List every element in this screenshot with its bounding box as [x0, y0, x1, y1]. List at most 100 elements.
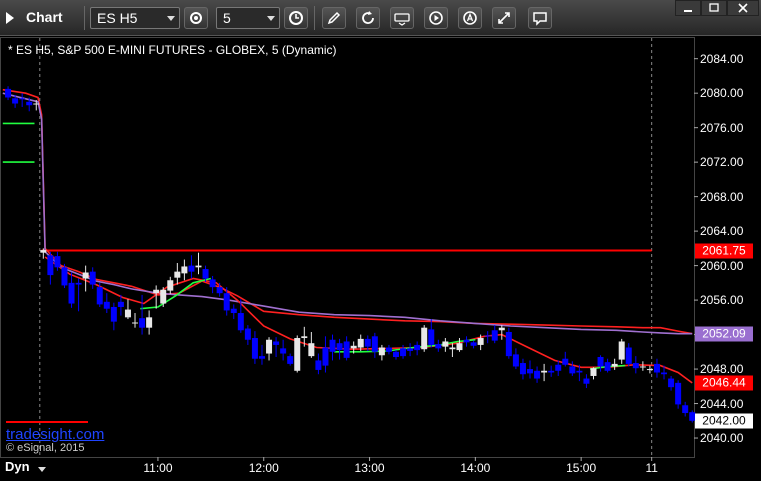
candle-body [26, 101, 33, 106]
candle-body [188, 265, 195, 272]
candle-body [618, 341, 625, 360]
candle-body [96, 287, 103, 305]
watermark-link[interactable]: tradesight.com [6, 426, 104, 443]
candle-body [590, 368, 597, 376]
candle-body [329, 339, 336, 352]
candle-body [442, 341, 449, 347]
candle-body [266, 339, 273, 354]
candle-body [449, 347, 456, 350]
price-chart [2, 38, 698, 461]
candle-body [548, 370, 555, 373]
candle-body [484, 335, 491, 337]
candle-body [315, 360, 322, 370]
candle-body [639, 366, 646, 368]
time-tick-label: 15:00 [566, 461, 597, 475]
candle-body [54, 256, 61, 268]
candle-body [428, 329, 435, 345]
candle-body [385, 347, 392, 352]
price-label: 2061.75 [695, 243, 753, 259]
candle-body [47, 255, 54, 276]
scale-mode-label[interactable]: Dyn [5, 459, 30, 474]
candle-body [195, 265, 202, 268]
price-label: 2046.44 [695, 375, 753, 390]
candle-body [202, 269, 209, 279]
candle-body [364, 338, 371, 347]
chart-title: * ES H5, S&P 500 E-MINI FUTURES - GLOBEX… [8, 43, 337, 57]
candle-body [103, 301, 110, 309]
candle-body [139, 318, 146, 328]
price-tick-label: 2044.00 [700, 396, 744, 411]
candle-body [280, 348, 287, 354]
candle-body [576, 370, 583, 373]
price-tick-label: 2068.00 [700, 189, 744, 204]
candle-body [421, 327, 428, 350]
candle-body [541, 370, 548, 373]
candle-body [435, 344, 442, 349]
candle-body [5, 88, 12, 98]
candle-body [33, 103, 40, 105]
price-tick-label: 2076.00 [700, 120, 744, 135]
candle-body [124, 309, 131, 318]
candle-body [322, 347, 329, 366]
candle-body [350, 345, 357, 349]
candle-body [181, 266, 188, 274]
candle-body [400, 348, 407, 357]
time-tick-label: 13:00 [354, 461, 385, 475]
candle-body [414, 344, 421, 351]
candle-body [132, 322, 139, 324]
candle-body [75, 282, 82, 285]
candle-body [407, 348, 414, 351]
candle-body [237, 313, 244, 331]
candle-body [146, 317, 153, 328]
price-tick-label: 2080.00 [700, 86, 744, 101]
candle-body [463, 339, 470, 343]
candle-body [174, 271, 181, 278]
candle-body [343, 341, 350, 358]
candle-body [61, 267, 68, 286]
candle-body [230, 308, 237, 314]
candle-body [611, 363, 618, 367]
candle-body [153, 289, 160, 294]
candle-body [668, 378, 675, 388]
candle-body [258, 356, 265, 359]
price-tick-label: 2060.00 [700, 258, 744, 273]
candle-body [562, 358, 569, 365]
candle-body [632, 363, 639, 369]
candle-body [661, 372, 668, 375]
copyright-text: © eSignal, 2015 [6, 442, 85, 454]
chevron-down-icon[interactable] [38, 467, 46, 472]
candle-body [167, 280, 174, 291]
candle-body [308, 343, 315, 357]
candle-body [357, 338, 364, 348]
price-tick-label: 2056.00 [700, 293, 744, 308]
candle-body [68, 282, 75, 304]
candle-body [653, 363, 660, 373]
candle-body [251, 338, 258, 359]
candle-body [294, 338, 301, 371]
candle-body [675, 382, 682, 405]
time-tick-label: 14:00 [460, 461, 491, 475]
candle-body [534, 370, 541, 379]
candle-body [160, 289, 167, 304]
price-tick-label: 2064.00 [700, 224, 744, 239]
candle-body [223, 293, 230, 311]
candle-body [19, 98, 26, 100]
candle-body [519, 363, 526, 375]
candle-body [273, 341, 280, 345]
candle-body [569, 366, 576, 374]
price-tick-label: 2040.00 [700, 431, 744, 446]
time-tick-label: 12:00 [248, 461, 279, 475]
candle-body [82, 272, 89, 279]
time-tick-label: 11 [645, 461, 658, 475]
candle-body [216, 287, 223, 294]
candle-body [491, 330, 498, 341]
candle-body [117, 301, 124, 307]
candle-body [287, 356, 294, 364]
price-tick-label: 2084.00 [700, 51, 744, 66]
candle-body [456, 343, 463, 351]
candle-body [682, 405, 689, 414]
candle-body [371, 336, 378, 352]
candle-body [392, 351, 399, 357]
time-tick-label: 11:00 [143, 461, 173, 475]
candle-body [89, 271, 96, 285]
